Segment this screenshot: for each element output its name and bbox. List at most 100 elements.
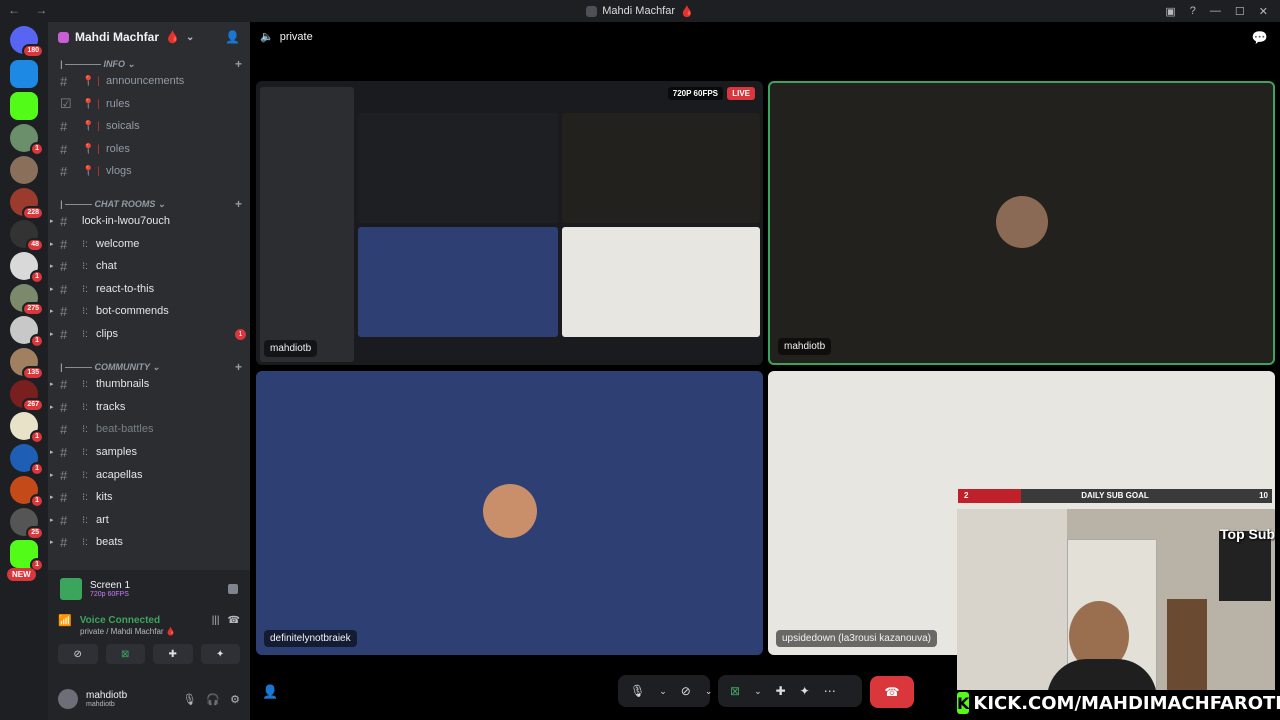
- window-title: Mahdi Machfar 🩸: [586, 5, 694, 18]
- channel-clips[interactable]: ▸ # ⁝: clips 1: [50, 324, 246, 344]
- chevron-down-icon[interactable]: ⌄: [659, 686, 667, 697]
- microphone-icon[interactable]: 🎙: [630, 684, 645, 698]
- server-icon[interactable]: 1: [10, 412, 44, 444]
- signal-icon[interactable]: 📶: [58, 614, 72, 627]
- caret-icon: ▸: [50, 241, 54, 248]
- camera-off-button[interactable]: ⊘: [58, 644, 98, 664]
- avatar: [996, 196, 1048, 248]
- category-community[interactable]: | ——— COMMUNITY ⌄ +: [60, 360, 242, 374]
- channel-acapellas[interactable]: ▸ # ⁝: acapellas: [50, 465, 246, 485]
- server-icon[interactable]: 48: [10, 220, 44, 252]
- add-channel-icon[interactable]: +: [235, 197, 242, 211]
- new-badge: NEW: [7, 568, 36, 581]
- channel-rules[interactable]: ☑ 📍 | rules: [60, 94, 246, 114]
- caret-icon: ▸: [50, 449, 54, 456]
- noise-suppression-icon[interactable]: |||: [212, 615, 220, 626]
- server-icon[interactable]: 25: [10, 508, 44, 540]
- channel-roles[interactable]: # 📍 | roles: [60, 139, 246, 159]
- help-icon[interactable]: ?: [1190, 5, 1196, 17]
- nav-arrows[interactable]: ← →: [8, 3, 53, 17]
- user-panel: mahdiotb mahdiotb 🎙 🎧 ⚙: [48, 678, 250, 720]
- disconnect-button[interactable]: ☎: [870, 676, 914, 708]
- category-chat-rooms[interactable]: | ——— CHAT ROOMS ⌄ +: [60, 197, 242, 211]
- server-icon[interactable]: 267: [10, 380, 44, 412]
- category-info[interactable]: | ———— INFO ⌄ +: [60, 57, 242, 71]
- channel-kits[interactable]: ▸ # ⁝: kits: [50, 487, 246, 507]
- soundboard-button[interactable]: ✦: [200, 644, 240, 664]
- channel-soicals[interactable]: # 📍 | soicals: [60, 116, 246, 136]
- chevron-down-icon[interactable]: ⌄: [754, 686, 762, 697]
- chevron-down-icon[interactable]: ⌄: [705, 686, 713, 697]
- gear-icon[interactable]: ⚙: [230, 693, 240, 706]
- channel-samples[interactable]: ▸ # ⁝: samples: [50, 442, 246, 462]
- disconnect-icon[interactable]: ☎: [228, 615, 240, 626]
- headphones-icon[interactable]: 🎧: [206, 693, 220, 706]
- server-icon[interactable]: [10, 156, 38, 184]
- home-button[interactable]: 180: [10, 26, 44, 58]
- microphone-icon[interactable]: 🎙: [182, 693, 196, 706]
- chat-icon[interactable]: 💬: [1252, 30, 1268, 46]
- server-icon[interactable]: 1: [10, 476, 44, 508]
- server-icon[interactable]: 135: [10, 348, 44, 380]
- rules-icon: ☑: [60, 96, 72, 111]
- server-icon[interactable]: 275: [10, 284, 44, 316]
- minimize-button[interactable]: —: [1210, 5, 1221, 17]
- server-icon[interactable]: [10, 60, 38, 88]
- channel-welcome[interactable]: ▸ # ⁝: welcome: [50, 234, 246, 254]
- server-header[interactable]: Mahdi Machfar 🩸 ⌄ 👤: [48, 22, 250, 52]
- avatar[interactable]: [58, 689, 78, 709]
- more-icon[interactable]: ⋯: [824, 684, 836, 698]
- activities-icon[interactable]: ✚: [776, 684, 786, 698]
- channel-tracks[interactable]: ▸ # ⁝: tracks: [50, 397, 246, 417]
- wall: [957, 509, 1067, 691]
- server-icon[interactable]: 228: [10, 188, 44, 220]
- screen-share-button[interactable]: ⊠: [105, 644, 145, 664]
- activities-button[interactable]: ✚: [153, 644, 193, 664]
- channel-chat[interactable]: ▸ # ⁝: chat: [50, 256, 246, 276]
- hash-icon: #: [60, 141, 68, 157]
- video-tile[interactable]: mahdiotb: [768, 81, 1275, 365]
- channel-beat-battles[interactable]: # ⁝: beat-battles: [60, 419, 246, 439]
- soundboard-icon[interactable]: ✦: [800, 684, 810, 698]
- channel-bot-commends[interactable]: ▸ # ⁝: bot-commends: [50, 301, 246, 321]
- screen-share-icon[interactable]: ⊠: [730, 684, 740, 698]
- server-icon[interactable]: 1: [10, 124, 44, 156]
- channel-react-to-this[interactable]: ▸ # ⁝: react-to-this: [50, 279, 246, 299]
- channel-lock-in[interactable]: ▸ # lock-in-lwou7ouch: [50, 211, 246, 231]
- server-icon[interactable]: 1: [10, 316, 44, 348]
- server-icon[interactable]: 1: [10, 540, 44, 572]
- channel-art[interactable]: ▸ # ⁝: art: [50, 510, 246, 530]
- stream-tile[interactable]: 720P 60FPS LIVE mahdiotb: [256, 81, 763, 365]
- door: [1167, 599, 1207, 691]
- caret-icon: ▸: [50, 286, 54, 293]
- caret-icon: ▸: [50, 539, 54, 546]
- add-channel-icon[interactable]: +: [235, 57, 242, 71]
- add-channel-icon[interactable]: +: [235, 360, 242, 374]
- maximize-button[interactable]: ☐: [1235, 5, 1245, 18]
- hash-icon: #: [60, 281, 68, 297]
- hash-icon: #: [60, 213, 68, 229]
- close-button[interactable]: ✕: [1259, 5, 1268, 18]
- channel-beats[interactable]: ▸ # ⁝: beats: [50, 532, 246, 552]
- stream-preview: [256, 81, 763, 365]
- speaker-icon: 🔈: [260, 31, 274, 43]
- server-icon[interactable]: [10, 92, 38, 120]
- inbox-icon[interactable]: ▣: [1165, 5, 1175, 18]
- avatar: [483, 484, 537, 538]
- user-tile[interactable]: definitelynotbraiek: [256, 371, 763, 655]
- add-user-icon[interactable]: 👤: [262, 684, 278, 700]
- nested-stream: [358, 113, 558, 223]
- stop-stream-icon[interactable]: [228, 584, 238, 594]
- invite-icon[interactable]: 👤: [225, 30, 240, 44]
- top-sub-label: Top Sub: [1220, 526, 1275, 542]
- server-icon[interactable]: 1: [10, 252, 44, 284]
- channel-announcements[interactable]: # 📍 | announcements: [60, 71, 246, 91]
- channel-vlogs[interactable]: # 📍 | vlogs: [60, 161, 246, 181]
- kick-banner: K KICK.COM/MAHDIMACHFAROTB: [955, 690, 1280, 716]
- caret-icon: ▸: [50, 263, 54, 270]
- caret-icon: ▸: [50, 308, 54, 315]
- channel-thumbnails[interactable]: ▸ # ⁝: thumbnails: [50, 374, 246, 394]
- server-icon[interactable]: 1: [10, 444, 44, 476]
- nested-user-tile: [562, 227, 760, 337]
- camera-off-icon[interactable]: ⊘: [681, 684, 691, 698]
